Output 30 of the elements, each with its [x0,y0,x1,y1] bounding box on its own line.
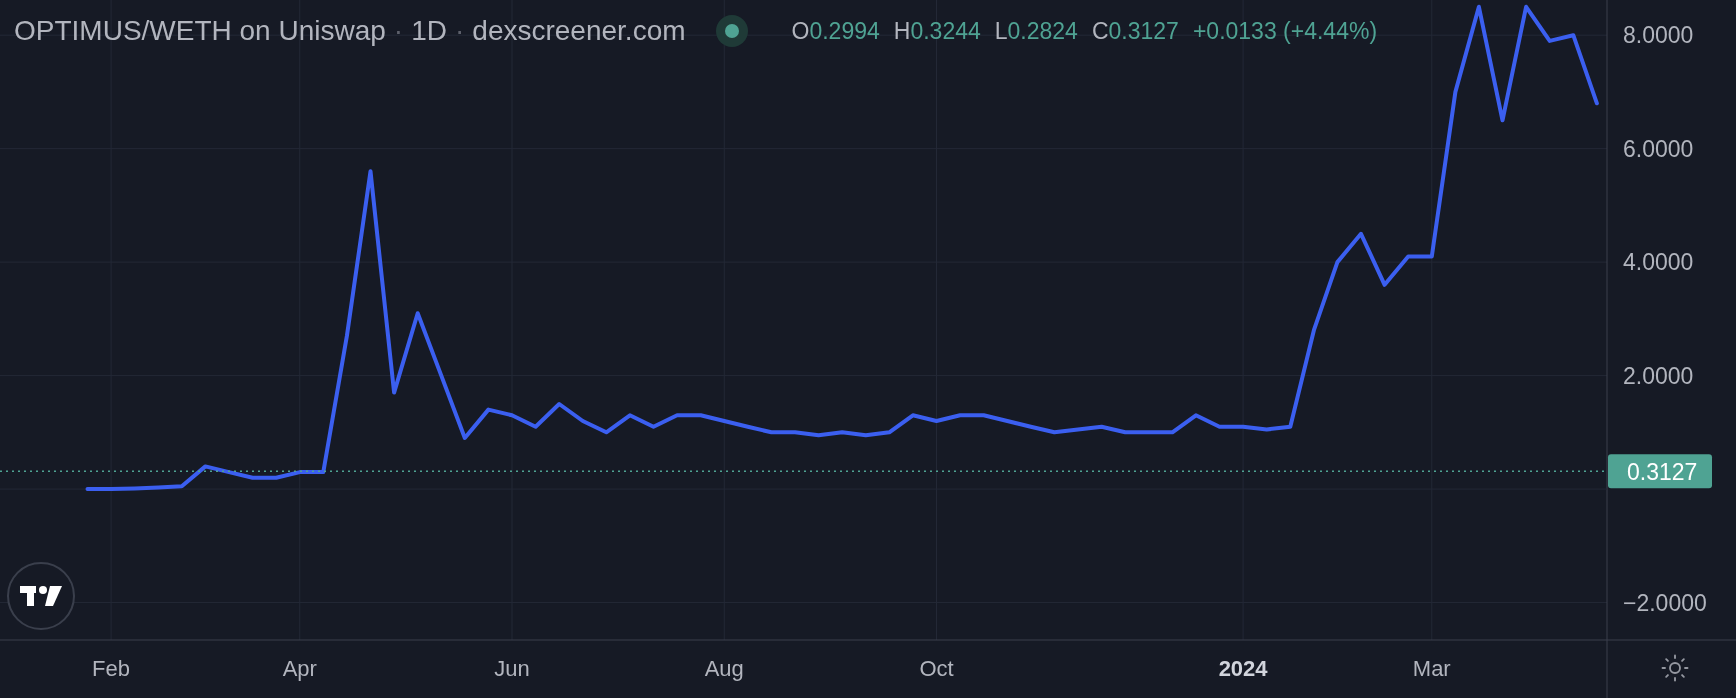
change-value: +0.0133 (+4.44%) [1192,16,1378,46]
source-label: dexscreener.com [472,14,686,48]
price-label: 0.3127 [1608,454,1712,489]
ref-line-label: 0.3127 [1627,459,1698,486]
ohlc-label: L [994,16,1008,46]
y-axis-label: 4.0000 [1623,249,1694,276]
sun-icon[interactable] [1660,653,1690,683]
x-axis-label: 2024 [1218,656,1268,681]
x-axis-label: Apr [282,656,317,681]
ohlc-label: H [893,16,911,46]
y-axis-label: −2.0000 [1623,589,1707,616]
interval-label: 1D [411,14,447,48]
ohlc-value: 0.3127 [1108,16,1179,46]
separator: · [393,14,404,48]
separator: · [455,14,465,48]
ohlc-label: O [791,16,810,46]
logo-icon[interactable] [7,562,75,630]
x-axis-label: Feb [92,656,131,681]
ohlc-value: 0.2824 [1007,16,1078,46]
y-axis-label: 6.0000 [1623,135,1694,162]
x-axis-label: Mar [1412,656,1451,681]
x-axis-label: Oct [919,656,954,681]
y-axis-label: 8.0000 [1623,22,1694,49]
ohlc-value: 0.3244 [910,16,981,46]
x-axis-label: Aug [704,656,744,681]
y-axis-label: 2.0000 [1623,362,1694,389]
x-axis-label: Jun [494,656,530,681]
ohlc-label: C [1091,16,1109,46]
ohlc-value: 0.2994 [809,16,880,46]
pair-title: OPTIMUS/WETH on Uniswap [14,14,386,48]
